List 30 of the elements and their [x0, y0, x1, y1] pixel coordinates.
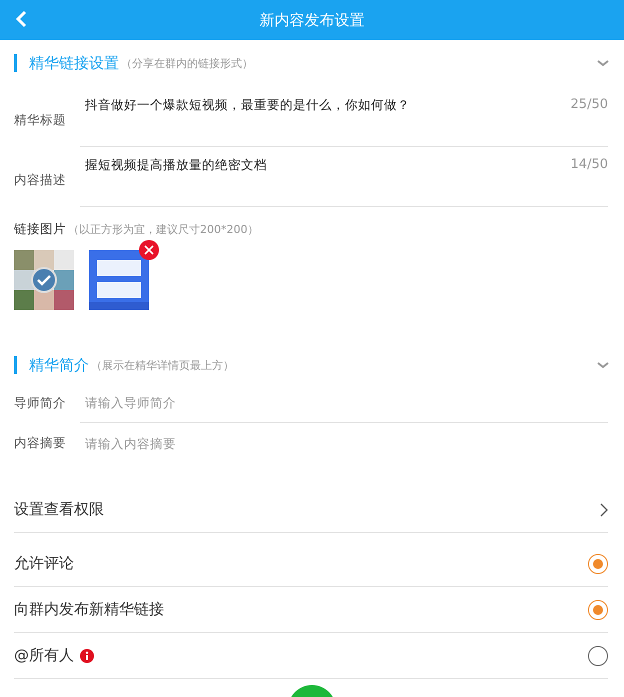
field-label: 导师简介	[14, 394, 67, 412]
section-marker	[14, 356, 17, 374]
field-label: 精华标题	[14, 112, 67, 129]
permission-row[interactable]: 设置查看权限	[14, 487, 608, 533]
back-icon[interactable]	[14, 10, 28, 28]
section-marker	[14, 54, 17, 72]
radio-button[interactable]	[588, 554, 608, 574]
field-label: 内容描述	[14, 172, 67, 189]
info-icon[interactable]	[80, 648, 94, 662]
char-count: 14/50	[570, 157, 608, 172]
option-label: 向群内发布新精华链接	[14, 600, 164, 619]
text-field[interactable]: 抖音做好一个爆款短视频，最重要的是什么，你如何做？ 25/50	[80, 87, 608, 147]
section-title: 精华链接设置	[29, 54, 119, 72]
section-hint: （展示在精华详情页最上方）	[91, 358, 234, 372]
chevron-icon	[600, 502, 608, 516]
remove-icon[interactable]	[139, 240, 159, 260]
field-hint: （以正方形为宜，建议尺寸200*200）	[68, 222, 258, 237]
page-title: 新内容发布设置	[260, 10, 364, 30]
field-label: 内容摘要	[14, 434, 67, 452]
section-title: 精华简介	[29, 356, 89, 374]
option-label: @所有人	[14, 646, 74, 665]
radio-button[interactable]	[588, 646, 608, 666]
char-count: 25/50	[570, 97, 608, 112]
field-label: 链接图片	[14, 221, 66, 238]
section-hint: （分享在群内的链接形式）	[121, 56, 253, 70]
text-field[interactable]: 握短视频提高播放量的绝密文档 14/50	[80, 147, 608, 207]
radio-button[interactable]	[588, 600, 608, 620]
chevron-icon[interactable]	[596, 360, 610, 370]
option-label: 允许评论	[14, 554, 74, 573]
chevron-icon[interactable]	[596, 58, 610, 68]
